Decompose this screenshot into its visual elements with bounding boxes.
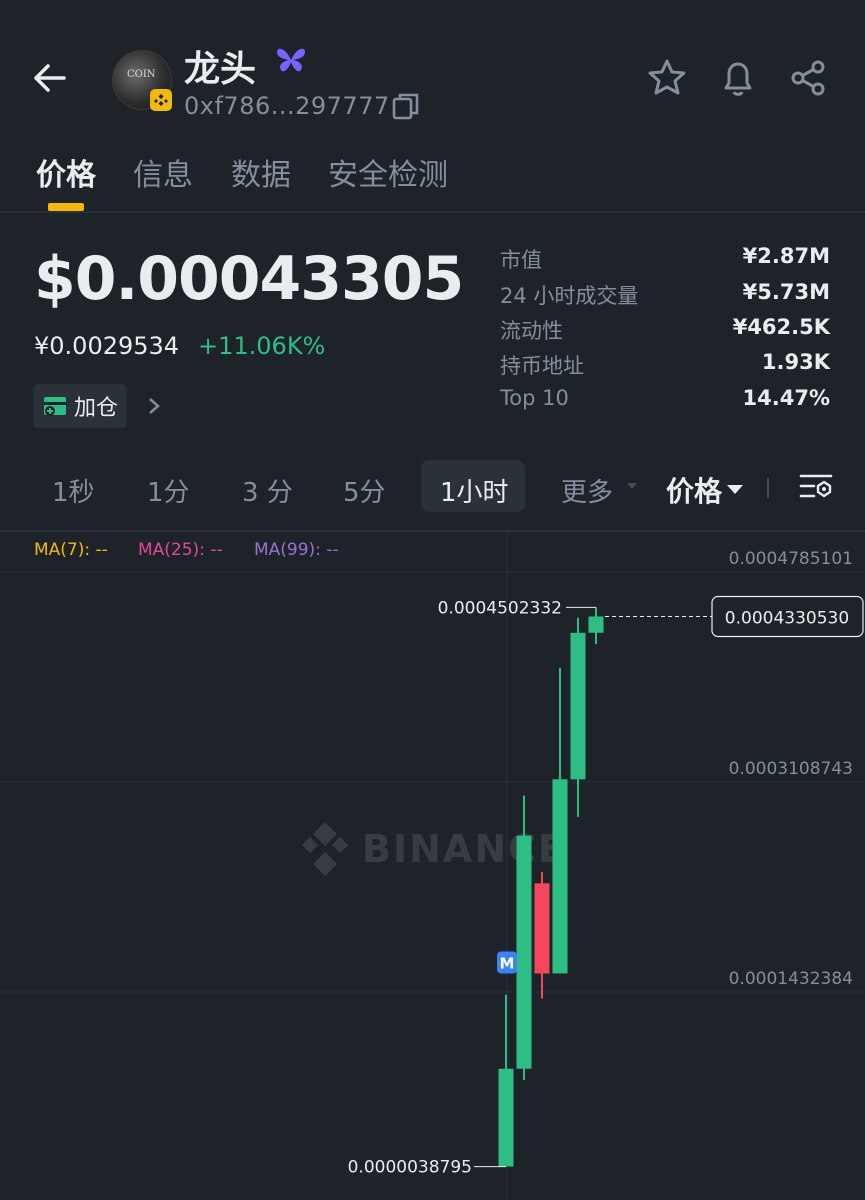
contract-address: 0xf786...297777	[184, 92, 390, 120]
y-tick-label: 0.0001432384	[729, 969, 853, 989]
candle-body	[588, 616, 604, 633]
stat-top10-value: 14.47%	[742, 386, 830, 410]
active-tab-indicator	[48, 203, 84, 211]
butterfly-icon	[277, 48, 305, 72]
chart-settings-icon[interactable]	[798, 468, 834, 504]
token-title: 龙头	[184, 49, 257, 90]
interval-1m[interactable]: 1分	[147, 472, 190, 509]
caret-down-icon[interactable]	[726, 483, 744, 495]
stat-top10-label: Top 10	[500, 386, 569, 410]
interval-1s[interactable]: 1秒	[52, 472, 95, 509]
tab-data[interactable]: 数据	[231, 150, 291, 194]
candle-body	[570, 632, 586, 780]
stat-liquidity-value: ¥462.5K	[732, 315, 830, 339]
current-price-label: 0.0004330530	[725, 608, 849, 628]
stat-liquidity-label: 流动性	[500, 319, 563, 343]
stat-holders-value: 1.93K	[761, 350, 830, 374]
interval-3m[interactable]: 3 分	[242, 472, 293, 509]
marker-label: M	[500, 954, 515, 972]
low-price-label: 0.0000038795	[348, 1158, 472, 1178]
candle-body	[516, 835, 532, 1069]
y-tick-label: 0.0003108743	[729, 759, 853, 779]
vertical-separator	[767, 478, 769, 498]
candle-body	[498, 1068, 514, 1167]
interval-5m[interactable]: 5分	[343, 472, 386, 509]
y-tick-label: 0.0004785101	[729, 549, 853, 569]
add-position-label: 加仓	[73, 396, 118, 421]
wallet-add-icon	[43, 397, 66, 416]
bell-icon[interactable]	[716, 56, 760, 100]
chevron-right-icon[interactable]	[145, 394, 163, 418]
price-cny: ¥0.0029534	[34, 332, 180, 360]
tab-price[interactable]: 价格	[36, 150, 96, 194]
interval-more[interactable]: 更多	[561, 472, 613, 509]
stat-volume-label: 24 小时成交量	[500, 284, 639, 308]
stat-volume-value: ¥5.73M	[742, 280, 830, 304]
tab-security[interactable]: 安全检测	[328, 150, 448, 194]
copy-icon[interactable]	[390, 90, 422, 122]
price-usd: $0.00043305	[34, 244, 464, 314]
interval-1h[interactable]: 1小时	[440, 472, 509, 509]
candles	[498, 607, 604, 1167]
price-change: +11.06K%	[198, 332, 326, 360]
candle-body	[534, 883, 550, 974]
watermark-text: BINANCE	[362, 827, 566, 871]
avatar-text: COIN	[127, 69, 156, 80]
star-icon[interactable]	[645, 56, 689, 100]
back-arrow-icon[interactable]	[28, 56, 72, 100]
high-price-label: 0.0004502332	[438, 598, 562, 618]
bnb-chain-badge-icon	[150, 89, 172, 111]
stat-market-cap-value: ¥2.87M	[742, 244, 830, 268]
candlestick-chart[interactable]: BINANCE 0.0004785101 0.0003108743 0.000143…	[0, 532, 865, 1200]
annotations: 0.0004502332 0.0000038795 0.0004330530 M	[348, 595, 864, 1178]
price-type-select[interactable]: 价格	[666, 470, 722, 510]
tab-info[interactable]: 信息	[133, 150, 193, 194]
stat-market-cap-label: 市值	[500, 248, 542, 272]
caret-down-icon	[627, 483, 637, 489]
add-position-button[interactable]: 加仓	[33, 384, 127, 428]
divider	[0, 211, 865, 213]
stat-holders-label: 持币地址	[500, 354, 584, 378]
share-icon[interactable]	[787, 56, 831, 100]
candle-body	[552, 779, 568, 974]
